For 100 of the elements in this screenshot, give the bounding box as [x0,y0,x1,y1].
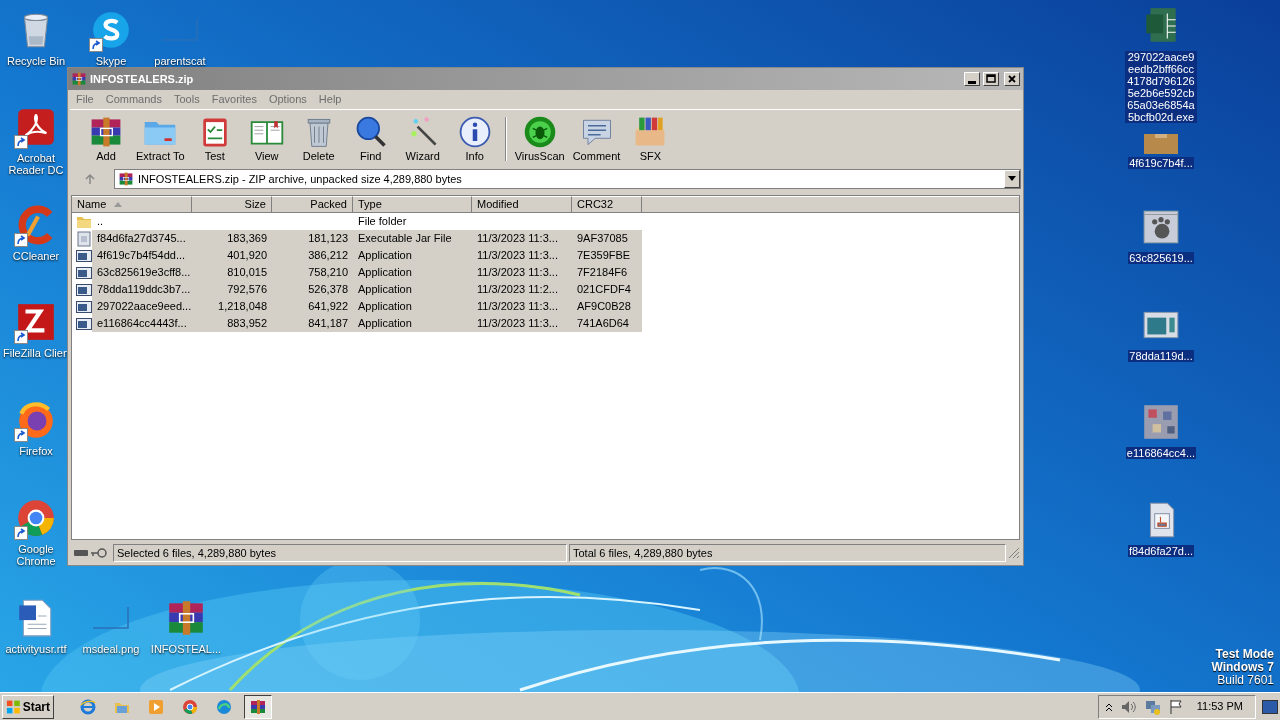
table-cell-text: 883,952 [227,316,267,332]
file-icon [76,230,92,247]
table-cell-text: 641,922 [308,299,348,315]
table-cell-text: 841,187 [308,316,348,332]
table-cell-text: 1,218,048 [218,299,267,315]
column-header[interactable]: Modified [472,196,572,213]
table-cell-text: 758,210 [308,265,348,281]
table-cell-text: Application [358,299,412,315]
table-cell-text: Application [358,248,412,264]
show-desktop-button[interactable] [1262,699,1278,714]
network-icon[interactable] [1144,698,1161,715]
table-cell-text: Application [358,282,412,298]
icon-label[interactable]: 78dda119d... [1128,350,1194,362]
icon-label[interactable]: e116864cc4... [1125,447,1197,459]
toolbar-button[interactable]: Add [80,110,132,167]
file-row[interactable]: 78dda119ddc3b7... 792,576 526,378 Application 11/3/2023 11:2... 021CFDF4 [92,281,642,298]
table-cell-text: 792,576 [227,282,267,298]
table-cell-text: Executable Jar File [358,231,452,247]
table-cell-text: 11/3/2023 11:3... [477,316,558,332]
caret-icon [1008,176,1016,182]
close-button[interactable] [1004,72,1020,86]
icon-label[interactable]: Acrobat Reader DC [1,152,71,176]
toolbar-button[interactable]: Wizard [396,110,449,167]
table-cell-text: 741A6D64 [577,316,629,332]
table-cell-text: 9AF37085 [577,231,628,247]
file-row[interactable]: .. File folder [92,213,642,230]
app-window-icon [76,315,92,332]
minimize-button[interactable] [964,72,980,86]
table-cell-text: 401,920 [227,248,267,264]
menu-item[interactable]: Options [262,91,313,108]
speaker-icon[interactable] [1120,699,1137,714]
status-panel: Total 6 files, 4,289,880 bytes [569,544,1006,562]
table-cell-text: 181,123 [308,231,348,247]
toolbar-button[interactable]: Delete [292,110,345,167]
menu-item[interactable]: Favorites [205,91,263,108]
maximize-button[interactable] [983,72,999,86]
table-cell-text: 7F2184F6 [577,265,628,281]
column-header[interactable]: Name [72,196,192,213]
up-arrow-icon [84,173,96,185]
menu-item[interactable]: Tools [168,91,206,108]
table-cell-text: Application [358,316,412,332]
toolbar-button[interactable]: Test [188,110,241,167]
column-header[interactable]: Packed [272,196,353,213]
icon-label[interactable]: FileZilla Clien [2,347,70,359]
table-cell-text: 11/3/2023 11:3... [477,299,558,315]
app-window-icon [76,264,92,281]
chevron-up-icon[interactable] [1104,701,1113,712]
icon-label[interactable]: f84d6fa27d... [1127,545,1195,557]
icon-label[interactable]: 297022aace9eedb2bff66cc4178d7961265e2b6e592cb65a03e6854a5bcfb02d.exe [1125,51,1197,123]
browser-wave-icon [216,698,232,715]
table-cell-text: AF9C0B28 [577,299,631,315]
table-cell-text: 11/3/2023 11:2... [477,282,558,298]
table-cell-text: e116864cc4443f... [97,316,187,332]
table-cell-text: .. [97,214,104,230]
column-header[interactable]: Type [353,196,472,213]
table-cell-text: Application [358,265,412,281]
icon-label[interactable]: parentscat [153,55,207,67]
file-row[interactable]: e116864cc4443f... 883,952 841,187 Application 11/3/2023 11:3... 741A6D64 [92,315,642,332]
toolbar-button[interactable]: Info [448,110,501,167]
menu-item[interactable]: Commands [99,91,168,108]
browser-circle-icon [182,698,198,715]
taskbar-button[interactable] [244,694,272,719]
icon-label[interactable]: 4f619c7b4f... [1128,157,1194,169]
resize-grip-icon[interactable] [1008,547,1020,559]
toolbar-button[interactable]: Comment [568,110,625,167]
table-cell-text: 7E359FBE [577,248,631,264]
column-header[interactable]: Size [192,196,272,213]
address-field[interactable]: INFOSTEALERS.zip - ZIP archive, unpacked size 4,289,880 bytes [114,169,1021,189]
minimize-icon [968,80,976,84]
file-row[interactable]: 63c825619e3cff8... 810,015 758,210 Application 11/3/2023 11:3... 7F2184F6 [92,264,642,281]
toolbar-button[interactable]: Extract To [132,110,189,167]
file-row[interactable]: f84d6fa27d3745... 183,369 181,123 Executable Jar File 11/3/2023 11:3... 9AF37085 [92,230,642,247]
archive-books-icon [71,71,87,87]
toolbar-button[interactable]: Find [344,110,397,167]
icon-label[interactable]: CCleaner [11,250,61,262]
system-notice: Windows 7 [1211,661,1274,674]
toolbar-button[interactable]: VirusScan [510,110,569,167]
app-window-icon [76,281,92,298]
column-header[interactable]: CRC32 [572,196,642,213]
table-cell-text: 021CFDF4 [577,282,631,298]
toolbar-button[interactable]: SFX [624,110,677,167]
icon-label[interactable]: 63c825619... [1128,252,1194,264]
table-cell-text: 526,378 [308,282,348,298]
table-cell-text: 11/3/2023 11:3... [477,231,558,247]
start-button[interactable]: Start [2,694,54,719]
icon-label[interactable]: Skype [94,55,128,67]
app-window-icon [76,247,92,264]
table-cell-text: 4f619c7b4f54dd... [97,248,186,264]
toolbar-button[interactable]: View [240,110,293,167]
table-cell-text: 183,369 [227,231,267,247]
pdf-reader-icon [15,106,57,148]
window-title: INFOSTEALERS.zip [90,71,195,87]
file-row[interactable]: 4f619c7b4f54dd... 401,920 386,212 Application 11/3/2023 11:3... 7E359FBE [92,247,642,264]
icon-label[interactable]: Recycle Bin [5,55,67,67]
dropdown-button[interactable] [1004,170,1020,188]
close-icon [1006,73,1018,85]
file-row[interactable]: 297022aace9eed... 1,218,048 641,922 Application 11/3/2023 11:3... AF9C0B28 [92,298,642,315]
drive-icon [74,550,88,556]
clock: 11:53 PM [1195,699,1244,715]
flag-icon[interactable] [1168,698,1183,715]
